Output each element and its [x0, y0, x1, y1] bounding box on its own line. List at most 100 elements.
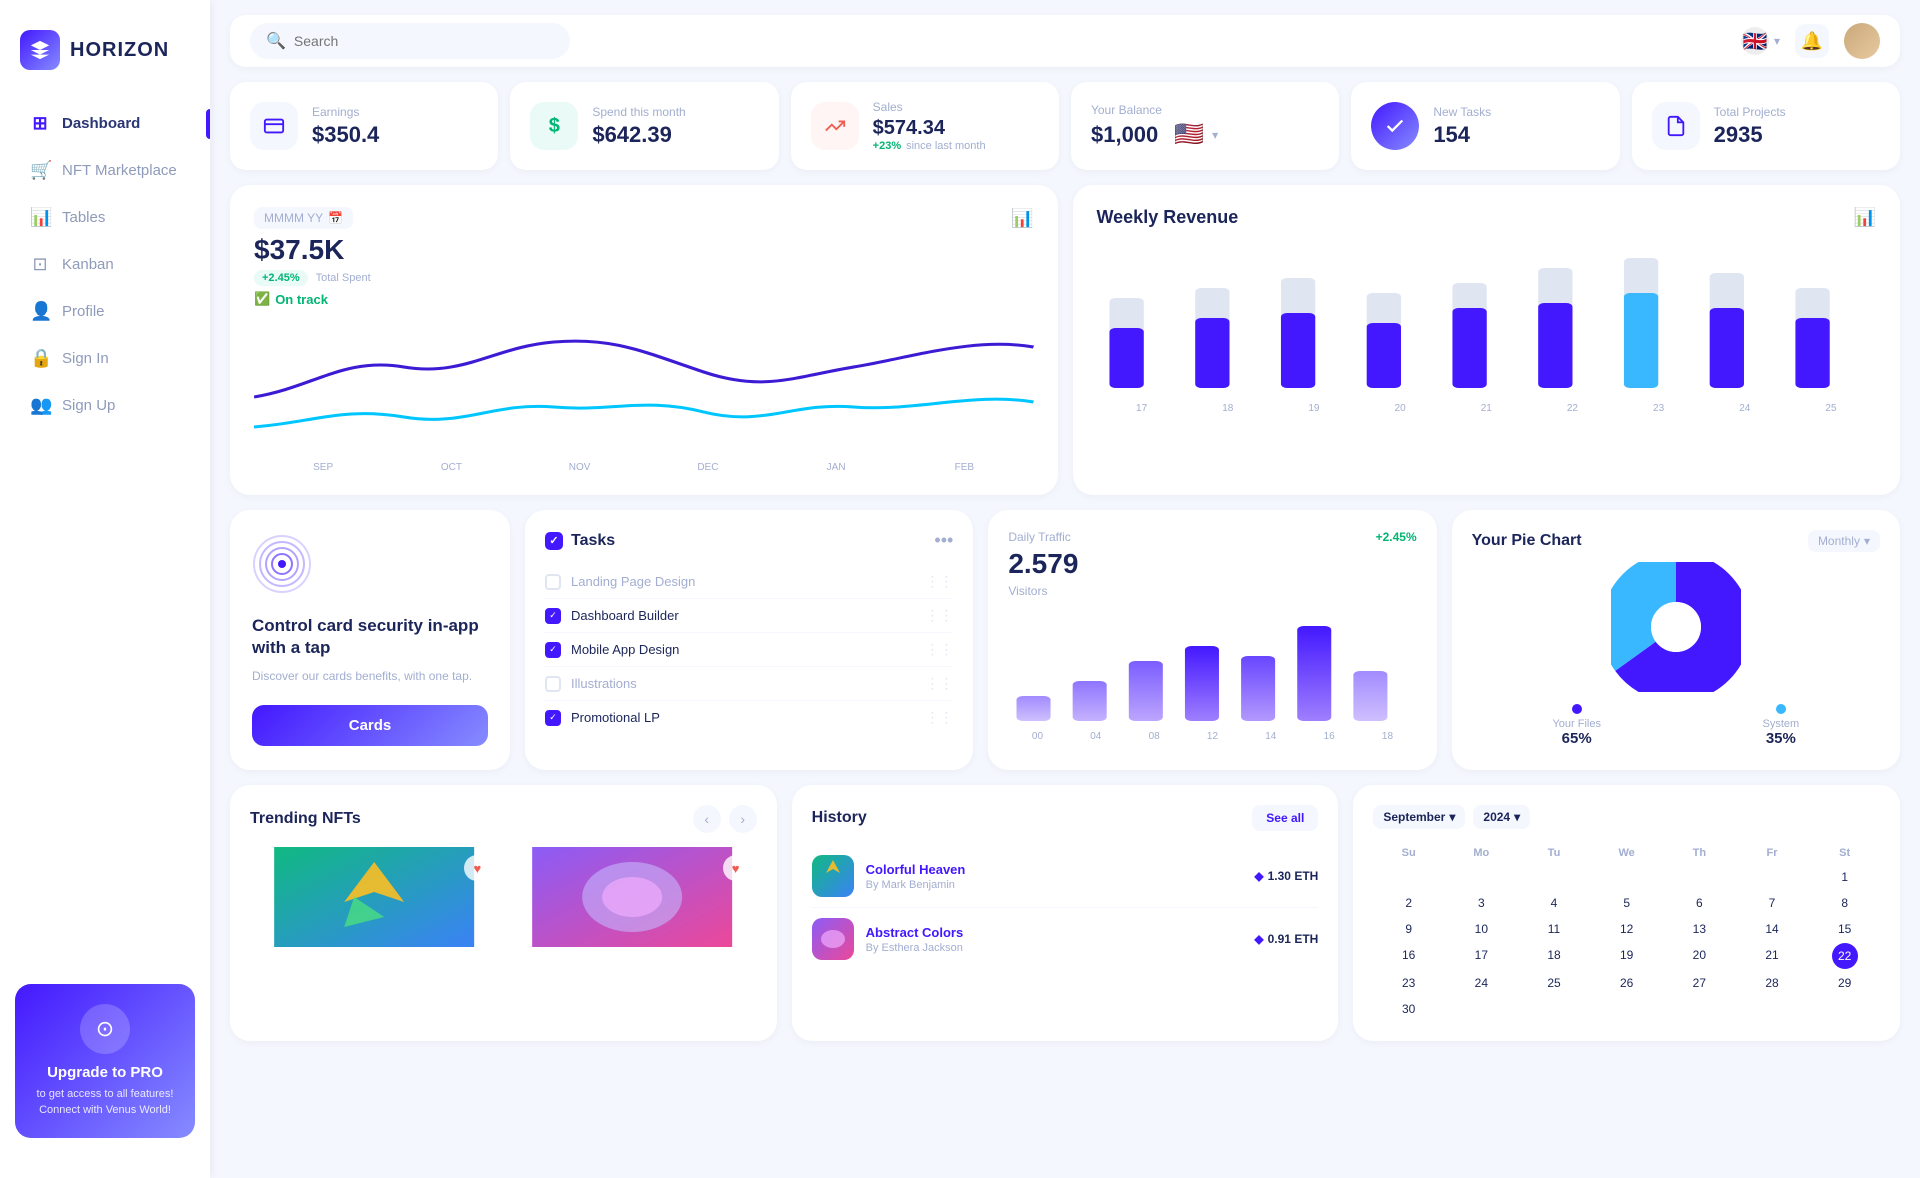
cal-day[interactable] [1446, 997, 1517, 1021]
cal-day[interactable]: 14 [1737, 917, 1808, 941]
sidebar-item-signin[interactable]: 🔒 Sign In [10, 337, 200, 380]
cal-day[interactable]: 17 [1446, 943, 1517, 969]
dropdown-arrow: ▾ [1774, 34, 1780, 48]
cal-day[interactable]: 12 [1591, 917, 1662, 941]
user-avatar[interactable] [1844, 23, 1880, 59]
dashboard-icon: ⊞ [30, 113, 50, 134]
cal-day[interactable]: 9 [1373, 917, 1444, 941]
cal-day[interactable]: 1 [1809, 865, 1880, 889]
cal-day[interactable]: 6 [1664, 891, 1735, 915]
cal-day[interactable] [1591, 997, 1662, 1021]
task-checkbox-4[interactable] [545, 676, 561, 692]
date-picker[interactable]: MMMM YY 📅 [254, 207, 353, 229]
cal-day[interactable]: 20 [1664, 943, 1735, 969]
nft-prev-button[interactable]: ‹ [693, 805, 721, 833]
cal-day[interactable] [1519, 997, 1590, 1021]
x-label-nov: NOV [516, 462, 644, 473]
cal-day[interactable]: 30 [1373, 997, 1444, 1021]
year-selector[interactable]: 2024 ▾ [1473, 805, 1530, 829]
cal-day[interactable]: 10 [1446, 917, 1517, 941]
sales-info: Sales $574.34 +23% since last month [873, 100, 986, 152]
cal-day[interactable]: 8 [1809, 891, 1880, 915]
cal-day[interactable]: 11 [1519, 917, 1590, 941]
history-header: History See all [812, 805, 1319, 831]
sidebar-item-nft[interactable]: 🛒 NFT Marketplace [10, 149, 200, 192]
trending-nfts-card: Trending NFTs ‹ › [230, 785, 777, 1041]
x-label-sep: SEP [259, 462, 387, 473]
traffic-info: Daily Traffic 2.579 Visitors [1008, 530, 1078, 598]
see-all-button[interactable]: See all [1252, 805, 1318, 831]
cal-day[interactable]: 15 [1809, 917, 1880, 941]
revenue-chart-icon[interactable]: 📊 [1854, 207, 1876, 228]
search-box[interactable]: 🔍 [250, 23, 570, 59]
stats-row: Earnings $350.4 $ Spend this month $642.… [230, 82, 1900, 170]
cal-day[interactable] [1519, 865, 1590, 889]
cal-day[interactable]: 13 [1664, 917, 1735, 941]
legend-your-files: Your Files 65% [1552, 704, 1601, 747]
task-checkbox-3[interactable]: ✓ [545, 642, 561, 658]
cal-day[interactable]: 24 [1446, 971, 1517, 995]
task-drag-2[interactable]: ⋮⋮ [925, 607, 953, 624]
cards-button[interactable]: Cards [252, 705, 488, 746]
cal-day[interactable]: 18 [1519, 943, 1590, 969]
task-checkbox-5[interactable]: ✓ [545, 710, 561, 726]
task-drag-4[interactable]: ⋮⋮ [925, 675, 953, 692]
header-actions: 🇬🇧 ▾ 🔔 [1741, 23, 1880, 59]
chart-icon-btn[interactable]: 📊 [1011, 208, 1033, 229]
nft-item-1: ♥ [250, 847, 498, 947]
nft-heart-2[interactable]: ♥ [723, 855, 749, 881]
search-input[interactable] [294, 33, 554, 49]
cal-day[interactable]: 19 [1591, 943, 1662, 969]
earnings-info: Earnings $350.4 [312, 105, 379, 148]
cal-day[interactable] [1446, 865, 1517, 889]
task-checkbox-1[interactable] [545, 574, 561, 590]
task-item-2: ✓ Dashboard Builder ⋮⋮ [545, 599, 953, 633]
history-title: History [812, 809, 867, 827]
cal-day[interactable]: 27 [1664, 971, 1735, 995]
cal-day[interactable]: 16 [1373, 943, 1444, 969]
sidebar-item-label: Sign In [62, 350, 109, 367]
balance-dropdown[interactable]: ▾ [1212, 128, 1218, 142]
cal-day[interactable] [1664, 865, 1735, 889]
task-drag-3[interactable]: ⋮⋮ [925, 641, 953, 658]
sidebar-item-signup[interactable]: 👥 Sign Up [10, 384, 200, 427]
sidebar-item-dashboard[interactable]: ⊞ Dashboard [10, 102, 200, 145]
profile-icon: 👤 [30, 301, 50, 322]
cal-day[interactable] [1664, 997, 1735, 1021]
task-drag-5[interactable]: ⋮⋮ [925, 709, 953, 726]
flag-us-icon: 🇺🇸 [1174, 120, 1204, 149]
cal-day[interactable]: 2 [1373, 891, 1444, 915]
cal-day[interactable] [1373, 865, 1444, 889]
cal-day[interactable]: 23 [1373, 971, 1444, 995]
cal-day[interactable] [1591, 865, 1662, 889]
task-item-5: ✓ Promotional LP ⋮⋮ [545, 701, 953, 734]
logo-icon [20, 30, 60, 70]
cal-day[interactable]: 21 [1737, 943, 1808, 969]
tasks-menu-btn[interactable]: ••• [934, 530, 953, 551]
cal-day[interactable] [1809, 997, 1880, 1021]
sidebar-item-kanban[interactable]: ⊡ Kanban [10, 243, 200, 286]
cal-day[interactable] [1737, 997, 1808, 1021]
sidebar-item-profile[interactable]: 👤 Profile [10, 290, 200, 333]
cal-day[interactable]: 25 [1519, 971, 1590, 995]
nft-next-button[interactable]: › [729, 805, 757, 833]
pie-period-selector[interactable]: Monthly ▾ [1808, 530, 1880, 552]
cal-day[interactable]: 28 [1737, 971, 1808, 995]
cal-day[interactable]: 29 [1809, 971, 1880, 995]
cal-day[interactable]: 4 [1519, 891, 1590, 915]
spend-chart-card: MMMM YY 📅 📊 $37.5K +2.45% Total Spent ✅ … [230, 185, 1058, 495]
cal-day-today[interactable]: 22 [1832, 943, 1858, 969]
language-selector[interactable]: 🇬🇧 ▾ [1741, 27, 1780, 55]
notification-button[interactable]: 🔔 [1795, 24, 1829, 58]
cal-day[interactable]: 26 [1591, 971, 1662, 995]
cal-day[interactable]: 5 [1591, 891, 1662, 915]
charts-row: MMMM YY 📅 📊 $37.5K +2.45% Total Spent ✅ … [230, 185, 1900, 495]
task-checkbox-2[interactable]: ✓ [545, 608, 561, 624]
task-drag-1[interactable]: ⋮⋮ [925, 573, 953, 590]
month-selector[interactable]: September ▾ [1373, 805, 1465, 829]
cal-day[interactable] [1737, 865, 1808, 889]
cal-day[interactable]: 3 [1446, 891, 1517, 915]
sidebar-item-tables[interactable]: 📊 Tables [10, 196, 200, 239]
middle-row: Control card security in-app with a tap … [230, 510, 1900, 770]
cal-day[interactable]: 7 [1737, 891, 1808, 915]
